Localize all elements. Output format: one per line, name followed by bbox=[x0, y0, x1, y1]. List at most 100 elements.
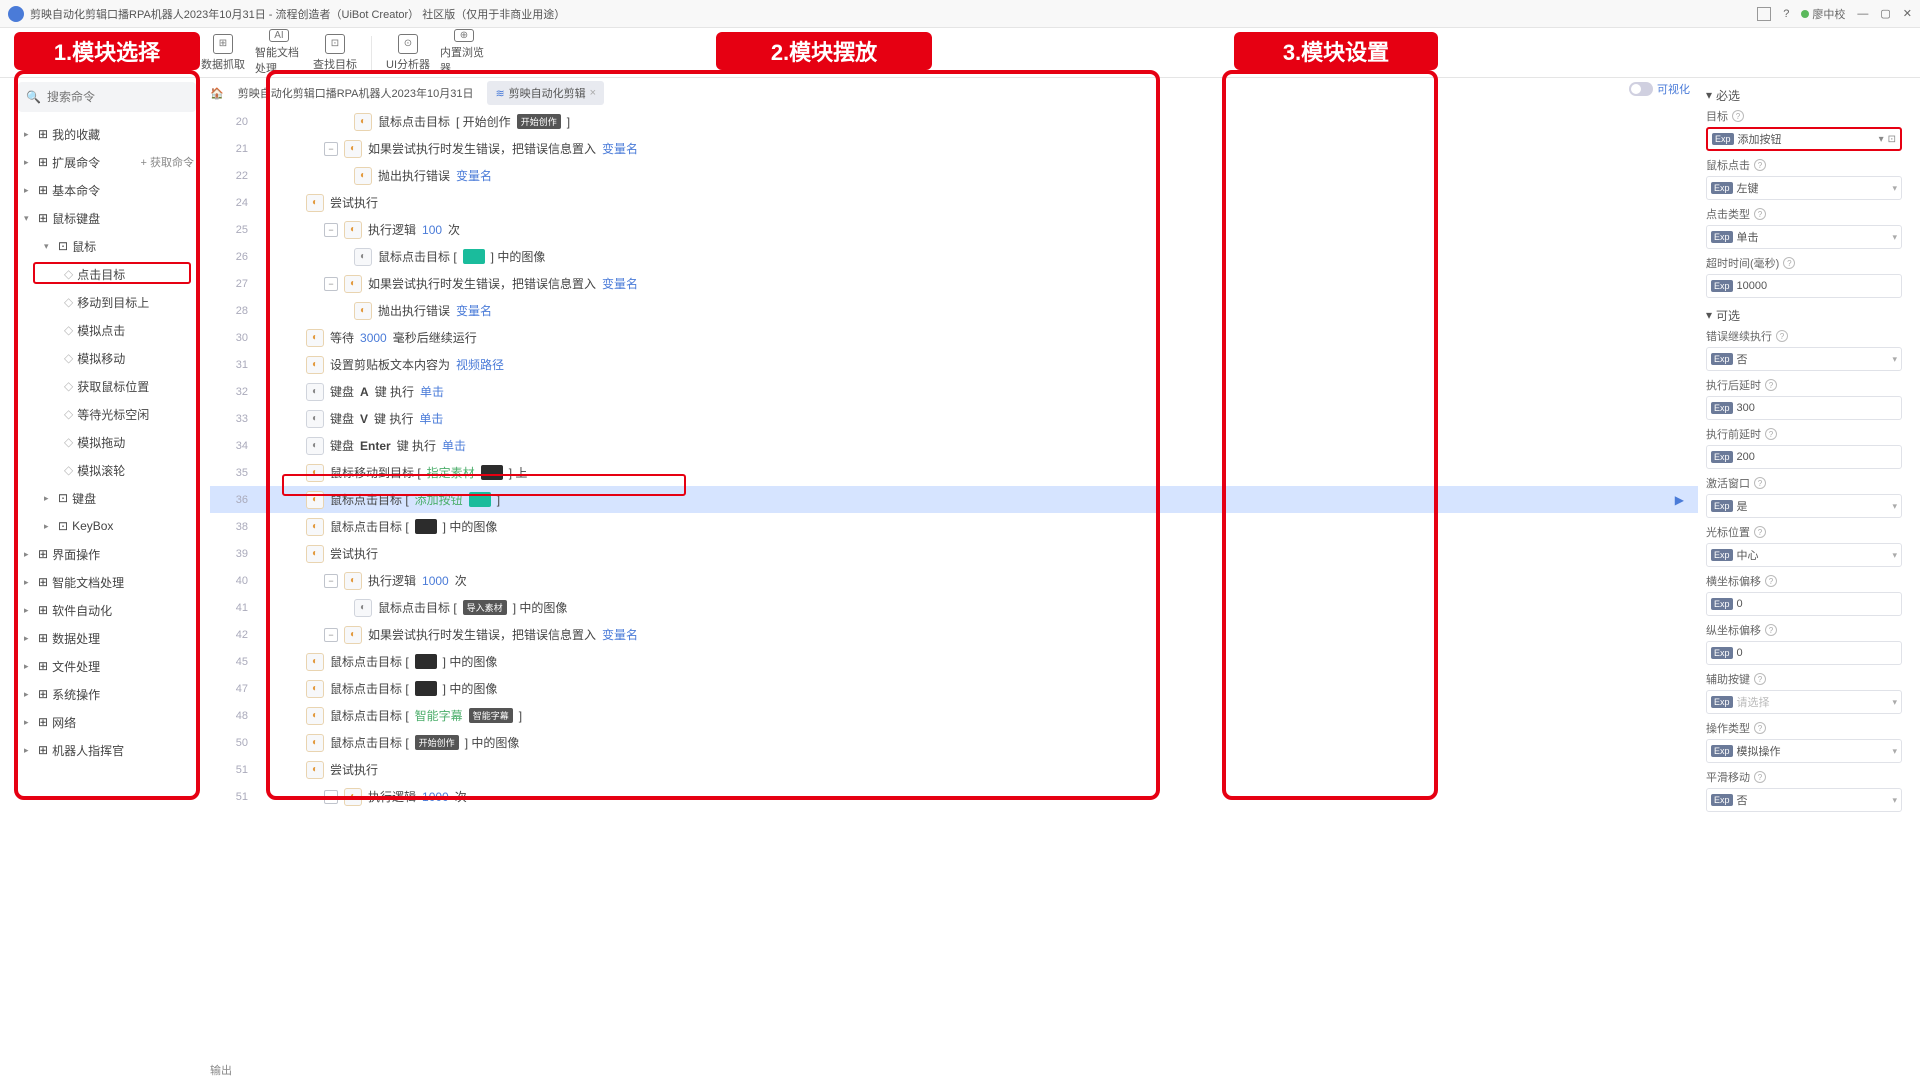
tb-stop[interactable]: ◻停止 bbox=[14, 30, 62, 76]
tb-record[interactable]: ▭录制 bbox=[143, 30, 191, 76]
tb-scrape[interactable]: ⊞数据抓取 bbox=[199, 30, 247, 76]
prop-value[interactable]: Exp请选择▾ bbox=[1706, 690, 1902, 714]
tab-1[interactable]: ≋剪映自动化剪辑× bbox=[487, 81, 604, 105]
tree-leaf[interactable]: ◇ 移动到目标上 bbox=[18, 288, 196, 316]
search-input[interactable] bbox=[47, 90, 196, 104]
code-line[interactable]: 39◐尝试执行 bbox=[210, 540, 1698, 567]
tb-timeline[interactable]: ⏱时间线 bbox=[70, 30, 118, 76]
tree-node[interactable]: ▸⊞ 数据处理 bbox=[18, 624, 196, 652]
code-line[interactable]: 41◐鼠标点击目标 [ 导入素材 ] 中的图像 bbox=[210, 594, 1698, 621]
visual-toggle[interactable]: 可视化 bbox=[1629, 81, 1690, 97]
code-line[interactable]: 20◐鼠标点击目标[ 开始创作 开始创作 ] bbox=[210, 108, 1698, 135]
prop-field: 执行后延时?Exp300 bbox=[1706, 377, 1902, 420]
close-button[interactable]: ✕ bbox=[1903, 7, 1912, 20]
titlebar: 剪映自动化剪辑口播RPA机器人2023年10月31日 - 流程创造者（UiBot… bbox=[0, 0, 1920, 28]
code-line[interactable]: 34◐键盘 Enter 键 执行 单击 bbox=[210, 432, 1698, 459]
code-line[interactable]: 28◐抛出执行错误 变量名 bbox=[210, 297, 1698, 324]
prop-value[interactable]: Exp10000 bbox=[1706, 274, 1902, 298]
search-box[interactable]: 🔍 bbox=[18, 82, 196, 112]
apps-icon[interactable] bbox=[1757, 7, 1771, 21]
tab-0[interactable]: 剪映自动化剪辑口播RPA机器人2023年10月31日 bbox=[230, 81, 482, 105]
code-line[interactable]: 40−◐执行逻辑 1000 次 bbox=[210, 567, 1698, 594]
prop-field: 目标?Exp添加按钮▾⊡ bbox=[1706, 108, 1902, 151]
prop-field: 辅助按键?Exp请选择▾ bbox=[1706, 671, 1902, 714]
code-line[interactable]: 30◐等待 3000 毫秒后继续运行 bbox=[210, 324, 1698, 351]
prop-value[interactable]: Exp200 bbox=[1706, 445, 1902, 469]
prop-value[interactable]: Exp0 bbox=[1706, 641, 1902, 665]
code-line[interactable]: 45◐鼠标点击目标 [ ] 中的图像 bbox=[210, 648, 1698, 675]
tb-doc[interactable]: AI智能文档处理 bbox=[255, 30, 303, 76]
tree-node[interactable]: ▸⊞ 智能文档处理 bbox=[18, 568, 196, 596]
tb-browser[interactable]: ⊕内置浏览器 bbox=[440, 30, 488, 76]
tree-node[interactable]: ▸⊞ 文件处理 bbox=[18, 652, 196, 680]
tree-leaf[interactable]: ◇ 模拟移动 bbox=[18, 344, 196, 372]
code-line[interactable]: 47◐鼠标点击目标 [ ] 中的图像 bbox=[210, 675, 1698, 702]
code-editor[interactable]: 20◐鼠标点击目标[ 开始创作 开始创作 ]21−◐如果尝试执行时发生错误，把错… bbox=[210, 108, 1698, 1058]
tree-node[interactable]: ▾⊡ 鼠标 bbox=[18, 232, 196, 260]
tree-leaf[interactable]: ◇ 获取鼠标位置 bbox=[18, 372, 196, 400]
prop-value[interactable]: Exp300 bbox=[1706, 396, 1902, 420]
code-line[interactable]: 48◐鼠标点击目标 [ 智能字幕 智能字幕 ] bbox=[210, 702, 1698, 729]
tree-node[interactable]: ▸⊡ 键盘 bbox=[18, 484, 196, 512]
tree-node[interactable]: ▸⊞ 系统操作 bbox=[18, 680, 196, 708]
min-button[interactable]: — bbox=[1857, 8, 1868, 20]
properties-panel: ▾必选 目标?Exp添加按钮▾⊡鼠标点击?Exp左键▾点击类型?Exp单击▾超时… bbox=[1706, 82, 1902, 1068]
tb-ui-analyzer[interactable]: ⊙UI分析器 bbox=[384, 30, 432, 76]
prop-value[interactable]: Exp添加按钮▾⊡ bbox=[1706, 127, 1902, 151]
prop-value[interactable]: Exp是▾ bbox=[1706, 494, 1902, 518]
code-line[interactable]: 42−◐如果尝试执行时发生错误，把错误信息置入 变量名 bbox=[210, 621, 1698, 648]
tree-node[interactable]: ▸⊡ KeyBox bbox=[18, 512, 196, 540]
code-line[interactable]: 50◐鼠标点击目标 [ 开始创作 ] 中的图像 bbox=[210, 729, 1698, 756]
tree-leaf[interactable]: ◇ 模拟点击 bbox=[18, 316, 196, 344]
code-line[interactable]: 33◐键盘 V 键 执行 单击 bbox=[210, 405, 1698, 432]
play-icon[interactable]: ▶ bbox=[1675, 493, 1684, 507]
tree-node[interactable]: ▸⊞ 扩展命令+ 获取命令 bbox=[18, 148, 196, 176]
prop-field: 光标位置?Exp中心▾ bbox=[1706, 524, 1902, 567]
tree-leaf[interactable]: ◇ 模拟滚轮 bbox=[18, 456, 196, 484]
prop-value[interactable]: Exp模拟操作▾ bbox=[1706, 739, 1902, 763]
tree-node[interactable]: ▸⊞ 软件自动化 bbox=[18, 596, 196, 624]
prop-value[interactable]: Exp否▾ bbox=[1706, 788, 1902, 812]
code-line[interactable]: 25−◐执行逻辑 100 次 bbox=[210, 216, 1698, 243]
code-line[interactable]: 51◐尝试执行 bbox=[210, 756, 1698, 783]
prop-value[interactable]: Exp左键▾ bbox=[1706, 176, 1902, 200]
code-line[interactable]: 36◐鼠标点击目标 [ 添加按钮 ]▶ bbox=[210, 486, 1698, 513]
code-line[interactable]: 35◐鼠标移动到目标 [ 指定素材 ] 上 bbox=[210, 459, 1698, 486]
tb-find[interactable]: ⊡查找目标 bbox=[311, 30, 359, 76]
output-tab[interactable]: 输出 bbox=[210, 1062, 232, 1078]
prop-field: 点击类型?Exp单击▾ bbox=[1706, 206, 1902, 249]
prop-field: 激活窗口?Exp是▾ bbox=[1706, 475, 1902, 518]
user-status[interactable]: 廖中校 bbox=[1801, 6, 1845, 22]
max-button[interactable]: ▢ bbox=[1880, 7, 1890, 20]
tree-leaf[interactable]: ◇ 等待光标空闲 bbox=[18, 400, 196, 428]
tree-node[interactable]: ▸⊞ 基本命令 bbox=[18, 176, 196, 204]
code-line[interactable]: 24◐尝试执行 bbox=[210, 189, 1698, 216]
tree-node[interactable]: ▸⊞ 网络 bbox=[18, 708, 196, 736]
prop-field: 纵坐标偏移?Exp0 bbox=[1706, 622, 1902, 665]
help-icon[interactable]: ? bbox=[1783, 8, 1789, 20]
code-line[interactable]: 51−◐执行逻辑 1000 次 bbox=[210, 783, 1698, 810]
code-line[interactable]: 31◐设置剪贴板文本内容为 视频路径 bbox=[210, 351, 1698, 378]
tree-leaf[interactable]: ◇ 模拟拖动 bbox=[18, 428, 196, 456]
section-required[interactable]: ▾必选 bbox=[1706, 84, 1902, 106]
prop-value[interactable]: Exp单击▾ bbox=[1706, 225, 1902, 249]
tree-node[interactable]: ▾⊞ 鼠标键盘 bbox=[18, 204, 196, 232]
code-line[interactable]: 27−◐如果尝试执行时发生错误，把错误信息置入 变量名 bbox=[210, 270, 1698, 297]
code-line[interactable]: 26◐鼠标点击目标 [ ] 中的图像 bbox=[210, 243, 1698, 270]
tree-node[interactable]: ▸⊞ 界面操作 bbox=[18, 540, 196, 568]
code-line[interactable]: 32◐键盘 A 键 执行 单击 bbox=[210, 378, 1698, 405]
prop-field: 错误继续执行?Exp否▾ bbox=[1706, 328, 1902, 371]
tree-node[interactable]: ▸⊞ 机器人指挥官 bbox=[18, 736, 196, 764]
prop-value[interactable]: Exp中心▾ bbox=[1706, 543, 1902, 567]
code-line[interactable]: 22◐抛出执行错误 变量名 bbox=[210, 162, 1698, 189]
toolbar: ◻停止 ⏱时间线 ▭录制 ⊞数据抓取 AI智能文档处理 ⊡查找目标 ⊙UI分析器… bbox=[0, 28, 1920, 78]
tree-leaf[interactable]: ◇ 点击目标 bbox=[18, 260, 196, 288]
prop-field: 操作类型?Exp模拟操作▾ bbox=[1706, 720, 1902, 763]
code-line[interactable]: 21−◐如果尝试执行时发生错误，把错误信息置入 变量名 bbox=[210, 135, 1698, 162]
command-tree: ▸⊞ 我的收藏▸⊞ 扩展命令+ 获取命令▸⊞ 基本命令▾⊞ 鼠标键盘▾⊡ 鼠标◇… bbox=[18, 120, 196, 764]
prop-value[interactable]: Exp0 bbox=[1706, 592, 1902, 616]
prop-value[interactable]: Exp否▾ bbox=[1706, 347, 1902, 371]
code-line[interactable]: 38◐鼠标点击目标 [ ] 中的图像 bbox=[210, 513, 1698, 540]
section-optional[interactable]: ▾可选 bbox=[1706, 304, 1902, 326]
tree-node[interactable]: ▸⊞ 我的收藏 bbox=[18, 120, 196, 148]
